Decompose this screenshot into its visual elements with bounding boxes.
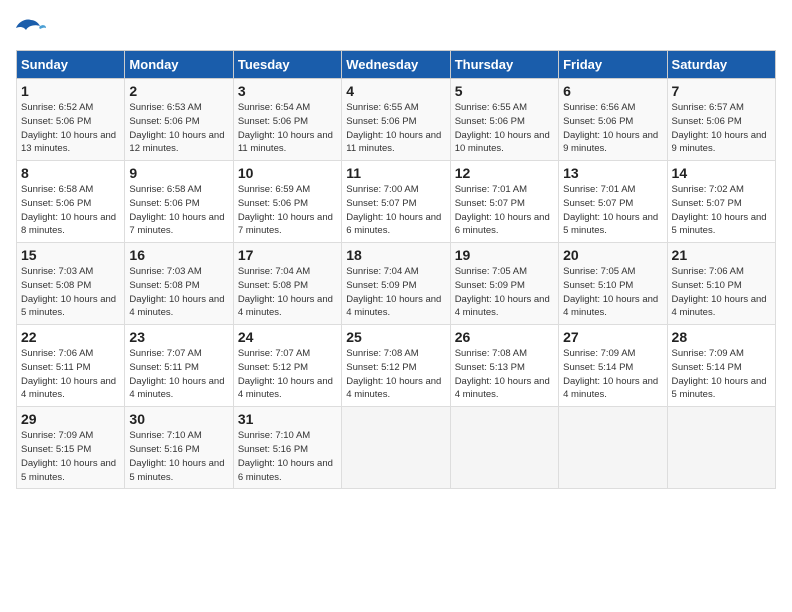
calendar-table: SundayMondayTuesdayWednesdayThursdayFrid… bbox=[16, 50, 776, 489]
header-tuesday: Tuesday bbox=[233, 51, 341, 79]
day-cell-17: 17Sunrise: 7:04 AMSunset: 5:08 PMDayligh… bbox=[233, 243, 341, 325]
day-cell-11: 11Sunrise: 7:00 AMSunset: 5:07 PMDayligh… bbox=[342, 161, 450, 243]
day-cell-6: 6Sunrise: 6:56 AMSunset: 5:06 PMDaylight… bbox=[559, 79, 667, 161]
header-saturday: Saturday bbox=[667, 51, 775, 79]
calendar-header-row: SundayMondayTuesdayWednesdayThursdayFrid… bbox=[17, 51, 776, 79]
day-cell-26: 26Sunrise: 7:08 AMSunset: 5:13 PMDayligh… bbox=[450, 325, 558, 407]
empty-cell bbox=[559, 407, 667, 489]
calendar-week-3: 22Sunrise: 7:06 AMSunset: 5:11 PMDayligh… bbox=[17, 325, 776, 407]
day-cell-24: 24Sunrise: 7:07 AMSunset: 5:12 PMDayligh… bbox=[233, 325, 341, 407]
day-cell-9: 9Sunrise: 6:58 AMSunset: 5:06 PMDaylight… bbox=[125, 161, 233, 243]
day-cell-1: 1Sunrise: 6:52 AMSunset: 5:06 PMDaylight… bbox=[17, 79, 125, 161]
empty-cell bbox=[667, 407, 775, 489]
day-cell-15: 15Sunrise: 7:03 AMSunset: 5:08 PMDayligh… bbox=[17, 243, 125, 325]
day-cell-5: 5Sunrise: 6:55 AMSunset: 5:06 PMDaylight… bbox=[450, 79, 558, 161]
header-thursday: Thursday bbox=[450, 51, 558, 79]
header-friday: Friday bbox=[559, 51, 667, 79]
logo-bird-icon bbox=[16, 16, 46, 40]
day-cell-3: 3Sunrise: 6:54 AMSunset: 5:06 PMDaylight… bbox=[233, 79, 341, 161]
day-cell-31: 31Sunrise: 7:10 AMSunset: 5:16 PMDayligh… bbox=[233, 407, 341, 489]
day-cell-29: 29Sunrise: 7:09 AMSunset: 5:15 PMDayligh… bbox=[17, 407, 125, 489]
day-cell-8: 8Sunrise: 6:58 AMSunset: 5:06 PMDaylight… bbox=[17, 161, 125, 243]
calendar-week-2: 15Sunrise: 7:03 AMSunset: 5:08 PMDayligh… bbox=[17, 243, 776, 325]
day-cell-21: 21Sunrise: 7:06 AMSunset: 5:10 PMDayligh… bbox=[667, 243, 775, 325]
day-cell-2: 2Sunrise: 6:53 AMSunset: 5:06 PMDaylight… bbox=[125, 79, 233, 161]
day-cell-23: 23Sunrise: 7:07 AMSunset: 5:11 PMDayligh… bbox=[125, 325, 233, 407]
empty-cell bbox=[450, 407, 558, 489]
day-cell-13: 13Sunrise: 7:01 AMSunset: 5:07 PMDayligh… bbox=[559, 161, 667, 243]
day-cell-27: 27Sunrise: 7:09 AMSunset: 5:14 PMDayligh… bbox=[559, 325, 667, 407]
day-cell-18: 18Sunrise: 7:04 AMSunset: 5:09 PMDayligh… bbox=[342, 243, 450, 325]
day-cell-16: 16Sunrise: 7:03 AMSunset: 5:08 PMDayligh… bbox=[125, 243, 233, 325]
calendar-week-1: 8Sunrise: 6:58 AMSunset: 5:06 PMDaylight… bbox=[17, 161, 776, 243]
calendar-body: 1Sunrise: 6:52 AMSunset: 5:06 PMDaylight… bbox=[17, 79, 776, 489]
header-wednesday: Wednesday bbox=[342, 51, 450, 79]
empty-cell bbox=[342, 407, 450, 489]
header-sunday: Sunday bbox=[17, 51, 125, 79]
logo bbox=[16, 16, 50, 40]
day-cell-25: 25Sunrise: 7:08 AMSunset: 5:12 PMDayligh… bbox=[342, 325, 450, 407]
day-cell-30: 30Sunrise: 7:10 AMSunset: 5:16 PMDayligh… bbox=[125, 407, 233, 489]
day-cell-22: 22Sunrise: 7:06 AMSunset: 5:11 PMDayligh… bbox=[17, 325, 125, 407]
day-cell-20: 20Sunrise: 7:05 AMSunset: 5:10 PMDayligh… bbox=[559, 243, 667, 325]
day-cell-7: 7Sunrise: 6:57 AMSunset: 5:06 PMDaylight… bbox=[667, 79, 775, 161]
day-cell-19: 19Sunrise: 7:05 AMSunset: 5:09 PMDayligh… bbox=[450, 243, 558, 325]
page-header bbox=[16, 16, 776, 40]
header-monday: Monday bbox=[125, 51, 233, 79]
day-cell-4: 4Sunrise: 6:55 AMSunset: 5:06 PMDaylight… bbox=[342, 79, 450, 161]
calendar-week-4: 29Sunrise: 7:09 AMSunset: 5:15 PMDayligh… bbox=[17, 407, 776, 489]
day-cell-12: 12Sunrise: 7:01 AMSunset: 5:07 PMDayligh… bbox=[450, 161, 558, 243]
day-cell-14: 14Sunrise: 7:02 AMSunset: 5:07 PMDayligh… bbox=[667, 161, 775, 243]
day-cell-28: 28Sunrise: 7:09 AMSunset: 5:14 PMDayligh… bbox=[667, 325, 775, 407]
calendar-week-0: 1Sunrise: 6:52 AMSunset: 5:06 PMDaylight… bbox=[17, 79, 776, 161]
day-cell-10: 10Sunrise: 6:59 AMSunset: 5:06 PMDayligh… bbox=[233, 161, 341, 243]
